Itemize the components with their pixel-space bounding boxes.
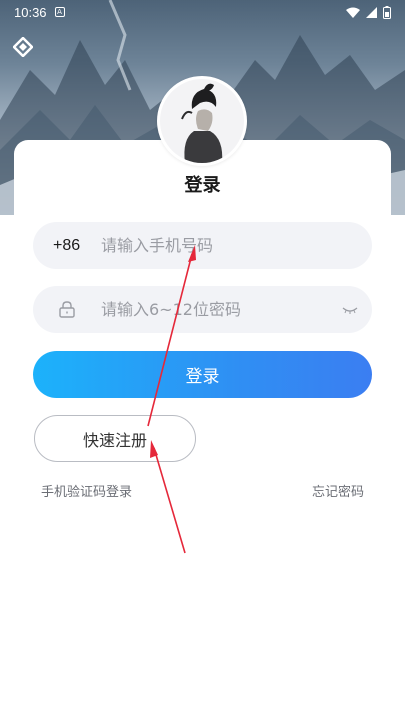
page-title: 登录 bbox=[184, 175, 221, 196]
status-icons bbox=[346, 5, 391, 19]
sms-login-link[interactable]: 手机验证码登录 bbox=[41, 481, 132, 500]
wifi-icon bbox=[346, 7, 360, 18]
phone-input[interactable] bbox=[101, 222, 372, 269]
avatar-portrait-image bbox=[160, 79, 244, 163]
status-time: 10:36 bbox=[14, 4, 47, 20]
phone-field: +86 bbox=[33, 222, 372, 269]
forgot-password-link[interactable]: 忘记密码 bbox=[312, 481, 364, 500]
eye-closed-icon[interactable] bbox=[328, 306, 372, 314]
register-button[interactable]: 快速注册 bbox=[34, 415, 196, 462]
login-button[interactable]: 登录 bbox=[33, 351, 372, 398]
app-logo-icon[interactable] bbox=[13, 37, 33, 57]
battery-icon bbox=[383, 5, 391, 19]
country-code[interactable]: +86 bbox=[33, 237, 101, 255]
signal-icon bbox=[366, 6, 377, 18]
notification-icon: A bbox=[54, 7, 65, 17]
password-field bbox=[33, 286, 372, 333]
password-input[interactable] bbox=[101, 286, 328, 333]
avatar bbox=[157, 76, 247, 166]
lock-icon bbox=[33, 301, 101, 318]
status-bar: 10:36 A bbox=[0, 0, 405, 24]
